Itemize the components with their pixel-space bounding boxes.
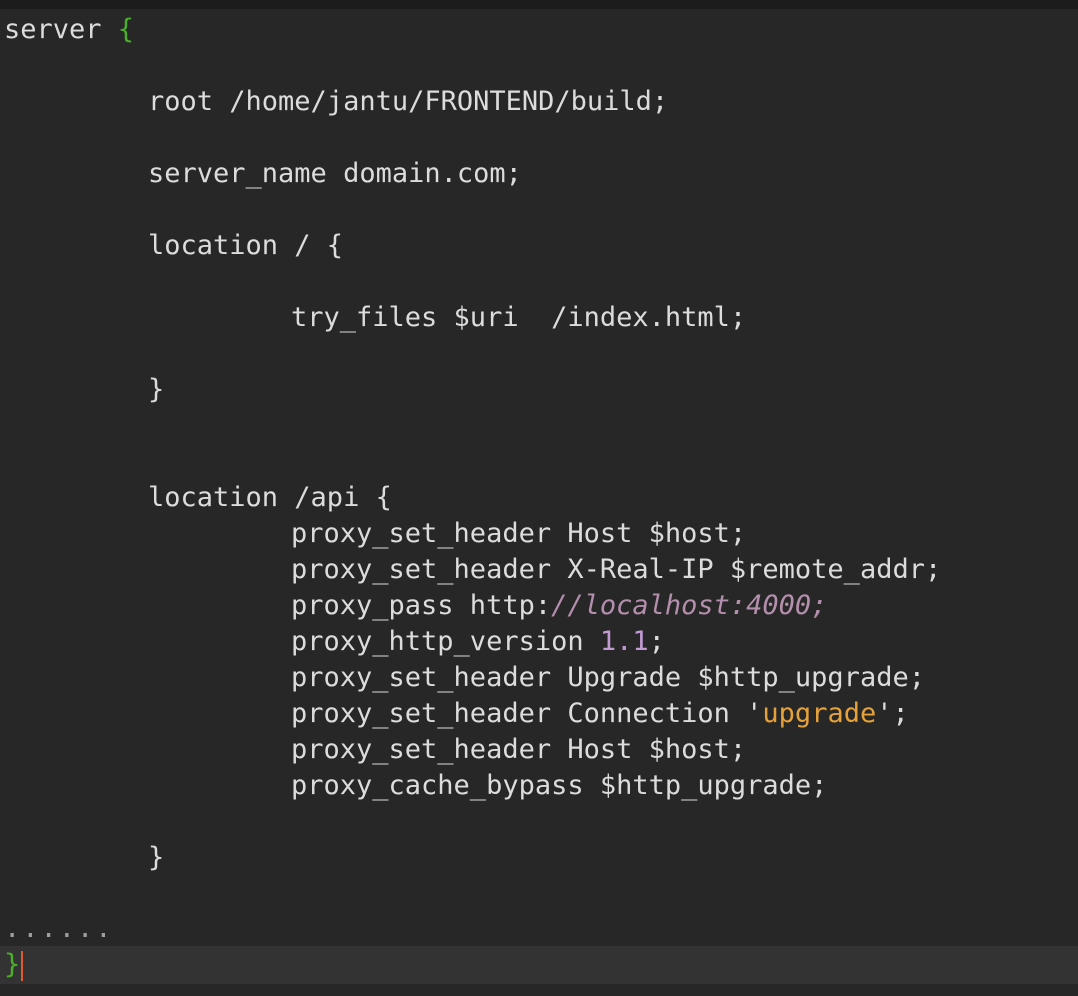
text-cursor xyxy=(21,950,24,981)
code-line-host-header-1: proxy_set_header Host $host; xyxy=(291,518,747,549)
http-version-number: 1.1 xyxy=(599,626,649,657)
code-line-server-name: server_name domain.com; xyxy=(148,158,522,189)
proxy-pass-url-comment: //localhost:4000; xyxy=(551,590,828,621)
code-line-connection-header: proxy_set_header Connection 'upgrade'; xyxy=(4,696,909,732)
code-line-root: root /home/jantu/FRONTEND/build; xyxy=(148,86,669,117)
connection-semicolon: ; xyxy=(892,698,909,729)
code-line-location-root: location / { xyxy=(148,230,344,261)
server-keyword: server xyxy=(4,14,118,45)
code-line-host-header-2: proxy_set_header Host $host; xyxy=(291,734,747,765)
proxy-pass-directive: proxy_pass http: xyxy=(291,590,552,621)
connection-quote-open: ' xyxy=(746,698,763,729)
code-line-upgrade-header: proxy_set_header Upgrade $http_upgrade; xyxy=(291,662,925,693)
code-editor[interactable]: server { root /home/jantu/FRONTEND/build… xyxy=(0,0,1078,996)
http-version-semicolon: ; xyxy=(648,626,665,657)
code-line-location-root-close: } xyxy=(148,374,165,405)
code-line-proxy-pass: proxy_pass http://localhost:4000; xyxy=(4,588,827,624)
code-line-http-version: proxy_http_version 1.1; xyxy=(4,624,665,660)
code-line-location-api: location /api { xyxy=(148,482,392,513)
code-line-real-ip-header: proxy_set_header X-Real-IP $remote_addr; xyxy=(291,554,942,585)
code-line-location-api-close: } xyxy=(148,842,165,873)
code-line-final-brace[interactable]: } xyxy=(4,947,24,983)
server-open-brace: { xyxy=(117,14,135,45)
current-line-highlight xyxy=(0,946,1078,984)
code-line-cache-bypass: proxy_cache_bypass $http_upgrade; xyxy=(291,770,828,801)
http-version-directive: proxy_http_version xyxy=(291,626,600,657)
code-line-ellipsis: ...... xyxy=(4,913,114,944)
connection-quote-close: ' xyxy=(876,698,893,729)
connection-directive: proxy_set_header Connection xyxy=(291,698,747,729)
code-line-server: server { xyxy=(4,12,134,48)
code-line-try-files: try_files $uri /index.html; xyxy=(291,302,747,333)
server-close-brace: } xyxy=(4,949,21,980)
connection-string-value: upgrade xyxy=(762,698,877,729)
